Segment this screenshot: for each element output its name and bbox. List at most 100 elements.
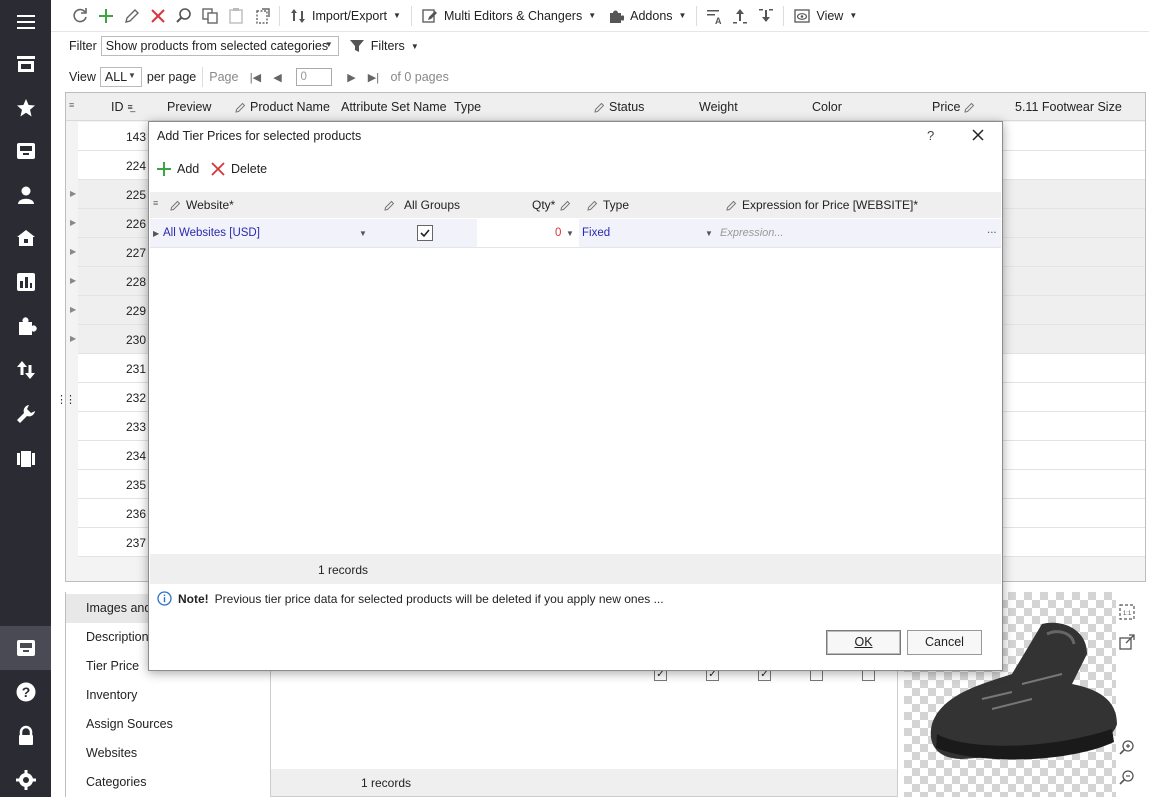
column-header-type[interactable]: Type <box>587 198 629 212</box>
website-select[interactable]: All Websites [USD] <box>163 227 260 239</box>
duplicate-icon[interactable] <box>197 4 223 28</box>
open-external-icon[interactable] <box>1117 632 1137 652</box>
row-expand-icon[interactable]: ▶ <box>70 334 76 343</box>
addons-menu[interactable]: Addons ▼ <box>602 4 692 28</box>
refresh-icon[interactable] <box>67 4 93 28</box>
row-expand-icon[interactable]: ▶ <box>70 189 76 198</box>
row-id: 227 <box>125 246 146 260</box>
edit-pencil-icon[interactable] <box>119 4 145 28</box>
note-message: Note! Previous tier price data for selec… <box>157 591 664 606</box>
column-header-attribute-set[interactable]: Attribute Set Name <box>341 100 447 114</box>
tab-inventory[interactable]: Inventory <box>66 681 266 710</box>
import-export-menu[interactable]: Import/Export ▼ <box>284 4 407 28</box>
row-expand-icon[interactable]: ▶ <box>70 247 76 256</box>
page-size-select[interactable]: ALL ▼ <box>99 67 142 87</box>
type-select[interactable]: Fixed <box>582 227 610 239</box>
import-down-icon[interactable] <box>753 4 779 28</box>
wrench-icon[interactable] <box>0 392 51 436</box>
store-icon[interactable] <box>0 42 51 86</box>
carousel-icon[interactable] <box>0 437 51 481</box>
add-tier-label: Add <box>177 162 200 176</box>
reports-icon[interactable] <box>0 260 51 304</box>
row-expand-icon[interactable]: ▶ <box>70 305 76 314</box>
puzzle-icon[interactable] <box>0 304 51 348</box>
menu-icon[interactable] <box>0 0 51 44</box>
column-header-label: Color <box>812 100 842 114</box>
delete-tier-button[interactable]: Delete <box>211 162 267 176</box>
column-header-website[interactable]: Website* <box>170 198 234 212</box>
page-size-value: ALL <box>104 70 128 84</box>
inbox-icon[interactable] <box>0 129 51 173</box>
prev-page-icon[interactable]: ◀ <box>266 71 288 84</box>
search-icon[interactable] <box>171 4 197 28</box>
font-format-icon[interactable]: A <box>701 4 727 28</box>
tab-websites[interactable]: Websites <box>66 739 266 768</box>
add-tier-button[interactable]: Add <box>157 162 199 176</box>
paste-icon[interactable] <box>223 4 249 28</box>
add-icon[interactable] <box>93 4 119 28</box>
column-header-expression[interactable]: Expression for Price [WEBSITE]* <box>726 198 918 212</box>
chevron-down-icon: ▼ <box>324 40 333 49</box>
chevron-down-icon[interactable]: ▼ <box>359 229 367 238</box>
cancel-button[interactable]: Cancel <box>907 630 982 655</box>
copy-to-icon[interactable] <box>249 4 275 28</box>
chevron-down-icon[interactable]: ▼ <box>566 229 574 238</box>
column-header-type[interactable]: Type <box>454 100 481 114</box>
help-button[interactable]: ? <box>927 128 934 143</box>
zoom-out-icon[interactable] <box>1117 767 1137 787</box>
column-header-qty[interactable]: Qty* <box>532 198 571 212</box>
column-header-groups[interactable]: All Groups <box>384 198 460 212</box>
view-menu[interactable]: View ▼ <box>788 4 863 28</box>
column-header-footwear-size[interactable]: 5.11 Footwear Size <box>1015 100 1122 114</box>
multi-editors-menu[interactable]: Multi Editors & Changers ▼ <box>416 4 602 28</box>
delete-icon[interactable] <box>145 4 171 28</box>
page-number-input[interactable]: 0 <box>296 68 333 86</box>
row-expand-icon[interactable]: ▶ <box>70 218 76 227</box>
qty-input[interactable]: 0 ▼ <box>477 219 579 247</box>
user-icon[interactable] <box>0 173 51 217</box>
filters-menu[interactable]: Filters ▼ <box>343 34 425 58</box>
help-icon[interactable]: ? <box>0 670 51 714</box>
star-icon[interactable] <box>0 86 51 130</box>
column-header-weight[interactable]: Weight <box>699 100 738 114</box>
splitter-handle[interactable]: ⋮⋮ <box>56 393 76 406</box>
last-page-icon[interactable]: ▶| <box>362 71 384 84</box>
next-page-icon[interactable]: ▶ <box>340 71 362 84</box>
close-icon[interactable] <box>971 128 989 146</box>
all-groups-checkbox[interactable] <box>417 225 433 241</box>
zoom-in-icon[interactable] <box>1117 737 1137 757</box>
export-up-icon[interactable] <box>727 4 753 28</box>
fit-size-icon[interactable]: 1:1 <box>1117 602 1137 622</box>
chevron-down-icon[interactable]: ▼ <box>705 229 713 238</box>
column-header-label: Price <box>932 100 961 114</box>
column-header-status[interactable]: Status <box>594 100 644 114</box>
row-id: 225 <box>125 188 146 202</box>
tab-assign-sources[interactable]: Assign Sources <box>66 710 266 739</box>
app-sidebar: ? <box>0 0 51 797</box>
lock-icon[interactable] <box>0 714 51 758</box>
expression-input[interactable]: Expression... <box>720 227 784 239</box>
addons-label: Addons <box>630 8 673 23</box>
catalog-icon[interactable] <box>0 626 51 670</box>
category-filter-select[interactable]: Show products from selected categories ▼ <box>100 36 339 56</box>
pager-row: View ALL ▼ per page Page |◀ ◀ 0 ▶ ▶| of … <box>51 62 1149 92</box>
delete-tier-label: Delete <box>231 162 268 176</box>
tab-categories[interactable]: Categories <box>66 768 266 797</box>
first-page-icon[interactable]: |◀ <box>244 71 266 84</box>
expression-editor-button[interactable]: ... <box>987 224 997 236</box>
column-chooser-icon[interactable]: ≡ <box>153 198 158 208</box>
tier-price-row[interactable]: ▶ All Websites [USD] ▼ 0 ▼ Fixed ▼ Expre… <box>150 219 1001 248</box>
column-chooser-icon[interactable]: ≡ <box>69 100 74 110</box>
column-header-preview[interactable]: Preview <box>167 100 211 114</box>
row-expand-icon[interactable]: ▶ <box>70 276 76 285</box>
settings-gear-icon[interactable] <box>0 758 51 797</box>
ok-button[interactable]: OK <box>826 630 901 655</box>
column-header-color[interactable]: Color <box>812 100 842 114</box>
column-header-product-name[interactable]: Product Name <box>235 100 330 114</box>
row-id: 235 <box>125 478 146 492</box>
import-export-icon[interactable] <box>0 348 51 392</box>
shop-basket-icon[interactable] <box>0 216 51 260</box>
column-header-price[interactable]: Price <box>932 100 975 114</box>
column-header-id[interactable]: ID ≡̲ <box>111 100 133 114</box>
row-id: 232 <box>125 391 146 405</box>
